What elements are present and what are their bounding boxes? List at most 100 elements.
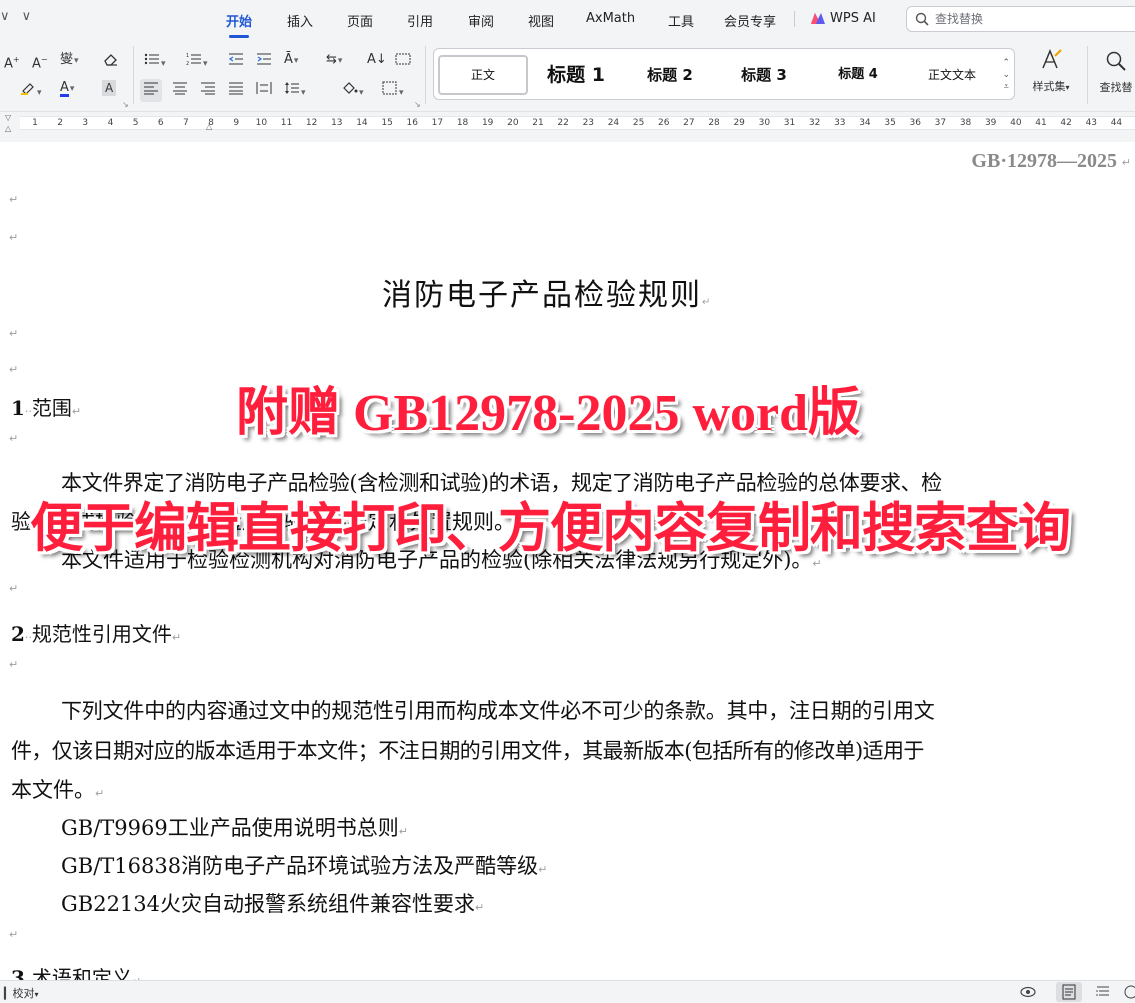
section-number: 1 [11, 396, 25, 420]
document-page[interactable]: GB·12978—2025 ↵ ↵ ↵ 消防电子产品检验规则↵ ↵ ↵ 1··范… [0, 142, 1135, 980]
norm-line-3-text: 本文件。 [11, 778, 95, 802]
find-replace-input[interactable] [935, 10, 1130, 28]
first-line-indent-marker[interactable]: ▽ [5, 113, 11, 122]
clear-format-button[interactable] [103, 52, 119, 71]
style-set-button[interactable]: 样式集▾ [1026, 48, 1076, 100]
norm-line-3: 本文件。↵ [11, 774, 104, 804]
style-body-text[interactable]: 正文文本 [910, 55, 994, 95]
search-icon [915, 12, 929, 26]
direction-rtl-button[interactable]: ⇆▾ [326, 52, 342, 69]
tab-home[interactable]: 开始 [226, 11, 252, 38]
norm-line-1: 下列文件中的内容通过文中的规范性引用而构成本文件必不可少的条款。其中，注日期的引… [61, 699, 935, 723]
tab-review[interactable]: 审阅 [468, 11, 494, 30]
menu-separator [794, 11, 795, 27]
proofread-button[interactable]: ▎校对▾ [4, 985, 38, 1001]
tab-axmath[interactable]: AxMath [586, 11, 635, 26]
numbering-button[interactable]: 1 2 ▾ [186, 52, 208, 72]
ruler-tick-label: 19 [481, 118, 494, 128]
paragraph-mark: ↵ [95, 787, 105, 800]
numbered-list-icon: 12 [186, 53, 201, 67]
group-separator [425, 46, 426, 104]
styles-scroll[interactable]: ⌃ ⌄ ⩡ [1002, 57, 1010, 93]
bullet-list-icon [144, 53, 159, 65]
ruler-tick-label: 18 [456, 118, 469, 128]
page-view-button[interactable] [1056, 982, 1082, 1002]
section-title: 范围 [31, 396, 72, 420]
borders-button[interactable]: ▾ [382, 81, 404, 101]
style-normal[interactable]: 正文 [438, 55, 528, 95]
quick-dropdown-1[interactable]: ∨ [0, 9, 10, 24]
paragraph-mark: ↵ [475, 901, 485, 914]
tab-wps-ai[interactable]: WPS AI [830, 11, 876, 26]
style-heading-1[interactable]: 标题 1 [534, 55, 618, 95]
find-replace-button[interactable]: 查找替 [1096, 50, 1135, 100]
paragraph-group-launcher[interactable]: ↘ [414, 100, 421, 109]
justify-button[interactable] [228, 81, 244, 100]
section-title: 规范性引用文件 [31, 622, 172, 646]
style-heading-2[interactable]: 标题 2 [628, 55, 712, 95]
font-color-button[interactable]: A▾ [60, 80, 74, 97]
ruler-tick-label: 38 [959, 118, 972, 128]
ruler-tick-label: 9 [233, 118, 240, 128]
ruler-tick-label: 13 [331, 118, 343, 128]
ruler-tick-label: 2 [57, 118, 64, 128]
style-heading-4[interactable]: 标题 4 [816, 55, 900, 95]
web-view-icon[interactable] [1123, 984, 1135, 1000]
promo-banner-line-2: 便于编辑直接打印、方便内容复制和搜索查询 [30, 500, 1071, 558]
phonetic-guide-button[interactable]: 燮▾ [60, 52, 79, 69]
shading-button[interactable]: ▾ [342, 81, 364, 101]
outline-view-icon[interactable] [1095, 984, 1111, 1000]
tab-references[interactable]: 引用 [407, 11, 433, 30]
paragraph-mark: ↵ [9, 231, 19, 244]
show-marks-button[interactable] [395, 52, 411, 71]
document-title: 消防电子产品检验规则↵ [382, 270, 712, 314]
style-set-icon [1042, 49, 1062, 69]
ruler-tick-label: 35 [884, 118, 896, 128]
line-spacing-button[interactable]: ▾ [284, 81, 306, 101]
grow-font-button[interactable]: A+ [4, 52, 20, 72]
shrink-font-button[interactable]: A− [32, 52, 48, 72]
paragraph-mark: ↵ [171, 631, 182, 644]
paragraph-mark: ↵ [9, 193, 19, 206]
align-left-button[interactable] [140, 79, 162, 102]
reference-item: GB/T16838消防电子产品环境试验方法及严酷等级↵ [61, 850, 547, 880]
bullets-button[interactable]: ▾ [144, 52, 166, 72]
status-bar: ▎校对▾ [0, 980, 1135, 1003]
align-right-icon [201, 82, 215, 95]
font-group-launcher[interactable]: ↘ [122, 100, 129, 109]
ruler-tick-label: 44 [1110, 118, 1123, 128]
ruler-tick-label: 15 [381, 118, 393, 128]
quick-dropdown-2[interactable]: ∨ [22, 9, 32, 24]
left-indent-marker[interactable]: △ [5, 124, 11, 133]
reference-text: GB22134火灾自动报警系统组件兼容性要求 [61, 892, 476, 916]
sort-button[interactable]: A↓ [367, 52, 387, 68]
tab-tools[interactable]: 工具 [668, 11, 694, 30]
tab-view[interactable]: 视图 [528, 11, 554, 30]
text-direction-button[interactable]: Ā▾ [284, 52, 298, 69]
paragraph-mark: ↵ [1121, 156, 1131, 169]
tab-member[interactable]: 会员专享 [724, 11, 776, 30]
eye-icon[interactable] [1020, 984, 1036, 1000]
ruler-tick-label: 14 [356, 118, 368, 128]
indent-icon [257, 53, 271, 65]
increase-indent-button[interactable] [256, 52, 272, 71]
align-right-button[interactable] [200, 81, 216, 100]
highlight-button[interactable]: ▾ [20, 81, 42, 101]
align-center-button[interactable] [172, 81, 188, 100]
ruler-tick-label: 26 [658, 118, 670, 128]
paragraph-mark: ↵ [9, 363, 19, 376]
distributed-button[interactable] [256, 81, 272, 100]
tab-page[interactable]: 页面 [347, 11, 373, 30]
reference-item: GB/T9969工业产品使用说明书总则↵ [61, 812, 408, 842]
outdent-icon [228, 53, 243, 65]
style-heading-3[interactable]: 标题 3 [722, 55, 806, 95]
ruler-tick-label: 12 [305, 118, 318, 128]
decrease-indent-button[interactable] [228, 52, 244, 71]
char-shading-button[interactable]: A [102, 80, 117, 96]
find-replace-box[interactable] [906, 6, 1135, 32]
norm-line-2: 件，仅该日期对应的版本适用于本文件；不注日期的引用文件，其最新版本(包括所有的修… [11, 739, 924, 763]
tab-insert[interactable]: 插入 [287, 11, 313, 30]
table-border-icon [395, 53, 411, 65]
horizontal-ruler[interactable]: ▽ △ △ 1 2 3 4 5 6 7 8 9 10 11 12 13 14 15 16 17 18 19 20 21 2… [0, 112, 1135, 142]
align-justify-icon [229, 82, 243, 95]
